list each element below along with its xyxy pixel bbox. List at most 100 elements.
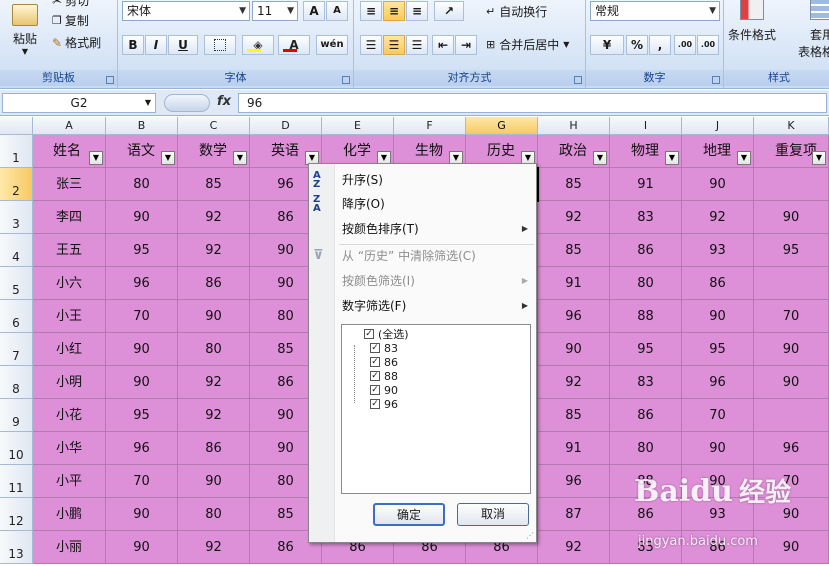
table-cell[interactable]: 70: [106, 300, 178, 333]
filter-dropdown-button[interactable]: ▼: [665, 151, 679, 165]
wrap-text-button[interactable]: ↵ 自动换行: [486, 3, 547, 20]
header-cell[interactable]: 物理 ▼: [610, 135, 682, 168]
header-cell[interactable]: 姓名 ▼: [33, 135, 106, 168]
number-format-dropdown[interactable]: 常规 ▼: [590, 1, 720, 21]
row-header-6[interactable]: 6: [0, 300, 33, 333]
percent-button[interactable]: %: [626, 35, 648, 55]
align-bottom-button[interactable]: ≡: [406, 1, 428, 21]
table-cell[interactable]: 92: [178, 399, 250, 432]
underline-button[interactable]: U: [168, 35, 198, 55]
table-cell[interactable]: 90: [538, 333, 610, 366]
filter-dropdown-button[interactable]: ▼: [161, 151, 175, 165]
table-cell[interactable]: 90: [106, 531, 178, 564]
select-all-corner[interactable]: [0, 117, 33, 135]
dialog-launcher-icon[interactable]: [342, 76, 350, 84]
filter-checkbox-item[interactable]: ✓ (全选): [364, 327, 409, 341]
table-cell[interactable]: 83: [610, 366, 682, 399]
increase-decimal-button[interactable]: .00: [674, 35, 696, 55]
align-center-button[interactable]: ☰: [383, 35, 405, 55]
table-cell[interactable]: 90: [754, 366, 829, 399]
header-cell[interactable]: 语文 ▼: [106, 135, 178, 168]
filter-checkbox-item[interactable]: ✓ 83: [370, 341, 398, 355]
table-cell[interactable]: 80: [106, 168, 178, 201]
table-cell[interactable]: 李四: [33, 201, 106, 234]
table-cell[interactable]: 86: [178, 267, 250, 300]
table-cell[interactable]: 70: [754, 300, 829, 333]
phonetic-button[interactable]: wén: [316, 35, 348, 55]
table-cell[interactable]: 90: [106, 201, 178, 234]
table-cell[interactable]: 小丽: [33, 531, 106, 564]
name-box[interactable]: G2 ▼: [2, 93, 156, 113]
column-header-e[interactable]: E: [322, 117, 394, 135]
table-cell[interactable]: 王五: [33, 234, 106, 267]
filter-checkbox-item[interactable]: ✓ 88: [370, 369, 398, 383]
table-cell[interactable]: [754, 168, 829, 201]
table-cell[interactable]: 小明: [33, 366, 106, 399]
column-header-g[interactable]: G: [466, 117, 538, 135]
column-header-j[interactable]: J: [682, 117, 754, 135]
header-cell[interactable]: 重复项 ▼: [754, 135, 829, 168]
formula-bar-grip[interactable]: [164, 94, 210, 112]
table-cell[interactable]: 92: [178, 366, 250, 399]
row-header-9[interactable]: 9: [0, 399, 33, 432]
filter-dropdown-button[interactable]: ▼: [593, 151, 607, 165]
table-cell[interactable]: 70: [682, 399, 754, 432]
table-cell[interactable]: 92: [538, 201, 610, 234]
format-as-table-button[interactable]: 套用 表格格式: [798, 0, 829, 60]
table-cell[interactable]: 小王: [33, 300, 106, 333]
column-header-d[interactable]: D: [250, 117, 322, 135]
italic-button[interactable]: I: [145, 35, 167, 55]
row-header-10[interactable]: 10: [0, 432, 33, 465]
filter-checkbox-item[interactable]: ✓ 86: [370, 355, 398, 369]
table-cell[interactable]: 小华: [33, 432, 106, 465]
row-header-5[interactable]: 5: [0, 267, 33, 300]
menu-item-sort-descending[interactable]: ZA 降序(O): [309, 192, 536, 216]
table-cell[interactable]: 92: [682, 201, 754, 234]
menu-item-number-filters[interactable]: 数字筛选(F) ▶: [309, 294, 536, 318]
table-cell[interactable]: 87: [538, 498, 610, 531]
align-left-button[interactable]: ☰: [360, 35, 382, 55]
column-header-h[interactable]: H: [538, 117, 610, 135]
table-cell[interactable]: 90: [682, 300, 754, 333]
table-cell[interactable]: 96: [106, 267, 178, 300]
table-cell[interactable]: 小六: [33, 267, 106, 300]
table-cell[interactable]: 85: [538, 234, 610, 267]
table-cell[interactable]: [754, 399, 829, 432]
column-header-c[interactable]: C: [178, 117, 250, 135]
table-cell[interactable]: 小红: [33, 333, 106, 366]
table-cell[interactable]: 96: [106, 432, 178, 465]
column-header-a[interactable]: A: [33, 117, 106, 135]
table-cell[interactable]: 85: [178, 168, 250, 201]
decrease-indent-button[interactable]: ⇤: [432, 35, 454, 55]
checkbox-checked-icon[interactable]: ✓: [370, 399, 380, 409]
format-painter-button[interactable]: ✎ 格式刷: [52, 34, 101, 51]
table-cell[interactable]: 小平: [33, 465, 106, 498]
table-cell[interactable]: 92: [538, 366, 610, 399]
filter-checkbox-item[interactable]: ✓ 90: [370, 383, 398, 397]
table-cell[interactable]: 83: [610, 201, 682, 234]
table-cell[interactable]: 92: [178, 201, 250, 234]
orientation-button[interactable]: ↗: [434, 1, 464, 21]
font-color-button[interactable]: A: [278, 35, 310, 55]
copy-button[interactable]: ❐ 复制: [52, 12, 89, 29]
decrease-decimal-button[interactable]: .00: [697, 35, 719, 55]
filter-dropdown-button[interactable]: ▼: [233, 151, 247, 165]
table-cell[interactable]: 92: [178, 531, 250, 564]
table-cell[interactable]: 86: [682, 267, 754, 300]
column-header-b[interactable]: B: [106, 117, 178, 135]
column-header-f[interactable]: F: [394, 117, 466, 135]
table-cell[interactable]: 92: [178, 234, 250, 267]
header-cell[interactable]: 数学 ▼: [178, 135, 250, 168]
row-header-7[interactable]: 7: [0, 333, 33, 366]
table-cell[interactable]: 80: [178, 498, 250, 531]
row-header-8[interactable]: 8: [0, 366, 33, 399]
border-button[interactable]: [204, 35, 236, 55]
dialog-launcher-icon[interactable]: [106, 76, 114, 84]
dialog-launcher-icon[interactable]: [574, 76, 582, 84]
table-cell[interactable]: 95: [682, 333, 754, 366]
table-cell[interactable]: [754, 267, 829, 300]
filter-checkbox-item[interactable]: ✓ 96: [370, 397, 398, 411]
cut-button[interactable]: ✂ 剪切: [52, 0, 89, 9]
table-cell[interactable]: 95: [106, 399, 178, 432]
checkbox-checked-icon[interactable]: ✓: [370, 343, 380, 353]
